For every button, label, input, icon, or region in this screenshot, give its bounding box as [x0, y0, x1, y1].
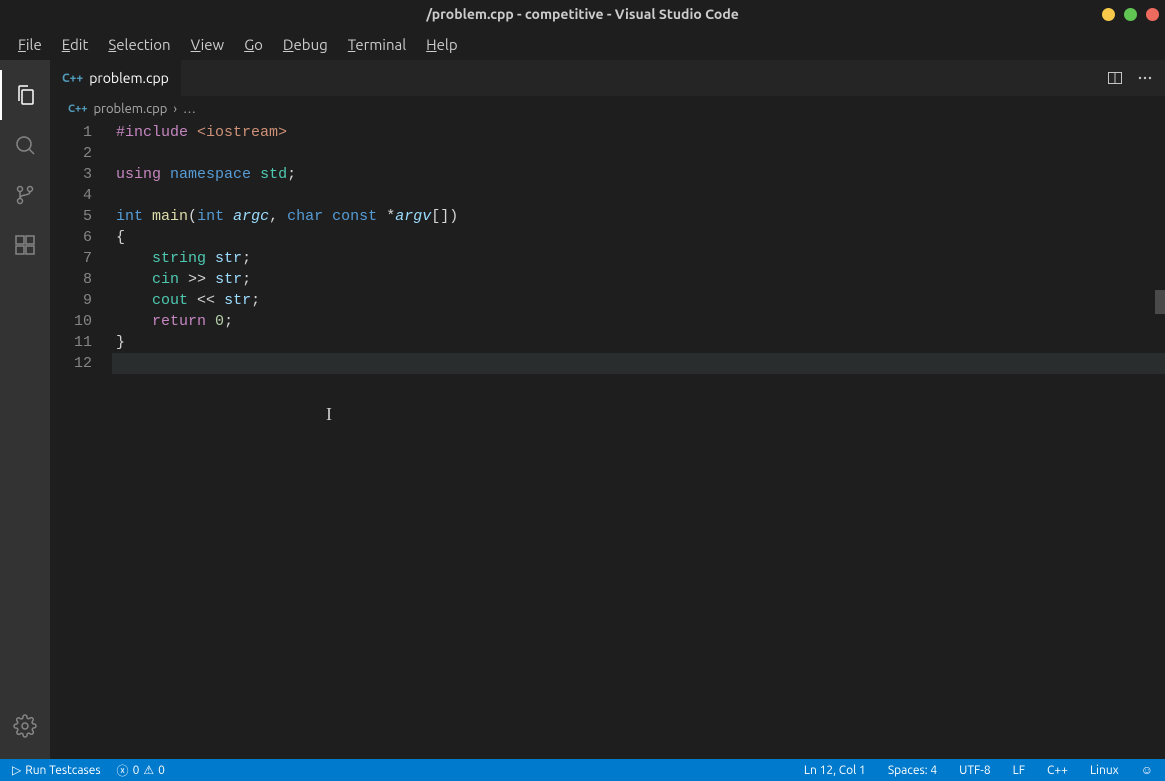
source-control-icon[interactable] — [0, 170, 50, 220]
line-number: 1 — [50, 122, 92, 143]
line-number: 10 — [50, 311, 92, 332]
extensions-icon[interactable] — [0, 220, 50, 270]
scrollbar-thumb[interactable] — [1155, 290, 1165, 314]
eol[interactable]: LF — [1009, 764, 1029, 777]
line-number: 3 — [50, 164, 92, 185]
settings-icon[interactable] — [0, 701, 50, 751]
maximize-button[interactable] — [1124, 8, 1137, 21]
menubar: File Edit Selection View Go Debug Termin… — [0, 28, 1165, 60]
statusbar: ▷ Run Testcases ⓧ0 ⚠0 Ln 12, Col 1 Space… — [0, 759, 1165, 781]
cpp-file-icon: C++ — [68, 103, 87, 115]
code-editor[interactable]: 123456789101112 #include <iostream>using… — [50, 122, 1165, 759]
explorer-icon[interactable] — [0, 70, 50, 120]
breadcrumb-more: … — [183, 102, 196, 116]
tab-bar: C++ problem.cpp — [50, 60, 1165, 96]
code-line[interactable]: using namespace std; — [112, 164, 1165, 185]
code-content[interactable]: #include <iostream> using namespace std; i… — [112, 122, 1165, 759]
menu-selection[interactable]: Selection — [98, 32, 180, 57]
indentation[interactable]: Spaces: 4 — [884, 764, 941, 777]
code-line[interactable] — [112, 353, 1165, 374]
menu-file[interactable]: File — [8, 32, 52, 57]
search-icon[interactable] — [0, 120, 50, 170]
cursor-position[interactable]: Ln 12, Col 1 — [800, 764, 870, 777]
line-number: 9 — [50, 290, 92, 311]
code-line[interactable]: cout << str; — [112, 290, 1165, 311]
menu-view[interactable]: View — [181, 32, 235, 57]
tab-problem-cpp[interactable]: C++ problem.cpp — [50, 60, 182, 96]
line-number: 6 — [50, 227, 92, 248]
code-line[interactable]: cin >> str; — [112, 269, 1165, 290]
line-gutter: 123456789101112 — [50, 122, 112, 759]
feedback-icon[interactable]: ☺ — [1137, 763, 1157, 777]
code-line[interactable]: return 0; — [112, 311, 1165, 332]
line-number: 8 — [50, 269, 92, 290]
window-controls — [1102, 8, 1159, 21]
line-number: 7 — [50, 248, 92, 269]
code-line[interactable]: #include <iostream> — [112, 122, 1165, 143]
warning-icon: ⚠ — [143, 763, 154, 777]
cpp-file-icon: C++ — [62, 72, 83, 85]
more-actions-icon[interactable] — [1137, 70, 1153, 86]
close-button[interactable] — [1146, 8, 1159, 21]
tab-label: problem.cpp — [89, 70, 169, 86]
split-editor-icon[interactable] — [1107, 70, 1123, 86]
play-icon: ▷ — [12, 763, 21, 777]
menu-edit[interactable]: Edit — [52, 32, 99, 57]
editor-area: C++ problem.cpp C++ problem.cpp › … 1234… — [50, 60, 1165, 759]
text-cursor-icon: I — [326, 404, 332, 425]
activitybar — [0, 60, 50, 759]
menu-go[interactable]: Go — [234, 32, 273, 57]
run-testcases-button[interactable]: ▷ Run Testcases — [8, 763, 105, 777]
code-line[interactable] — [112, 143, 1165, 164]
code-line[interactable]: { — [112, 227, 1165, 248]
minimize-button[interactable] — [1102, 8, 1115, 21]
line-number: 11 — [50, 332, 92, 353]
window-title: /problem.cpp - competitive - Visual Stud… — [426, 6, 739, 22]
chevron-right-icon: › — [173, 102, 177, 116]
breadcrumb-file: problem.cpp — [93, 102, 167, 116]
line-number: 2 — [50, 143, 92, 164]
code-line[interactable]: } — [112, 332, 1165, 353]
breadcrumbs[interactable]: C++ problem.cpp › … — [50, 96, 1165, 122]
line-number: 5 — [50, 206, 92, 227]
titlebar: /problem.cpp - competitive - Visual Stud… — [0, 0, 1165, 28]
problems-button[interactable]: ⓧ0 ⚠0 — [113, 762, 169, 779]
encoding[interactable]: UTF-8 — [955, 764, 994, 777]
code-line[interactable] — [112, 185, 1165, 206]
code-line[interactable]: int main(int argc, char const *argv[]) — [112, 206, 1165, 227]
line-number: 4 — [50, 185, 92, 206]
menu-help[interactable]: Help — [416, 32, 467, 57]
error-icon: ⓧ — [117, 762, 129, 779]
language-mode[interactable]: C++ — [1043, 764, 1072, 777]
menu-debug[interactable]: Debug — [273, 32, 338, 57]
os[interactable]: Linux — [1086, 764, 1123, 777]
code-line[interactable]: string str; — [112, 248, 1165, 269]
menu-terminal[interactable]: Terminal — [338, 32, 416, 57]
